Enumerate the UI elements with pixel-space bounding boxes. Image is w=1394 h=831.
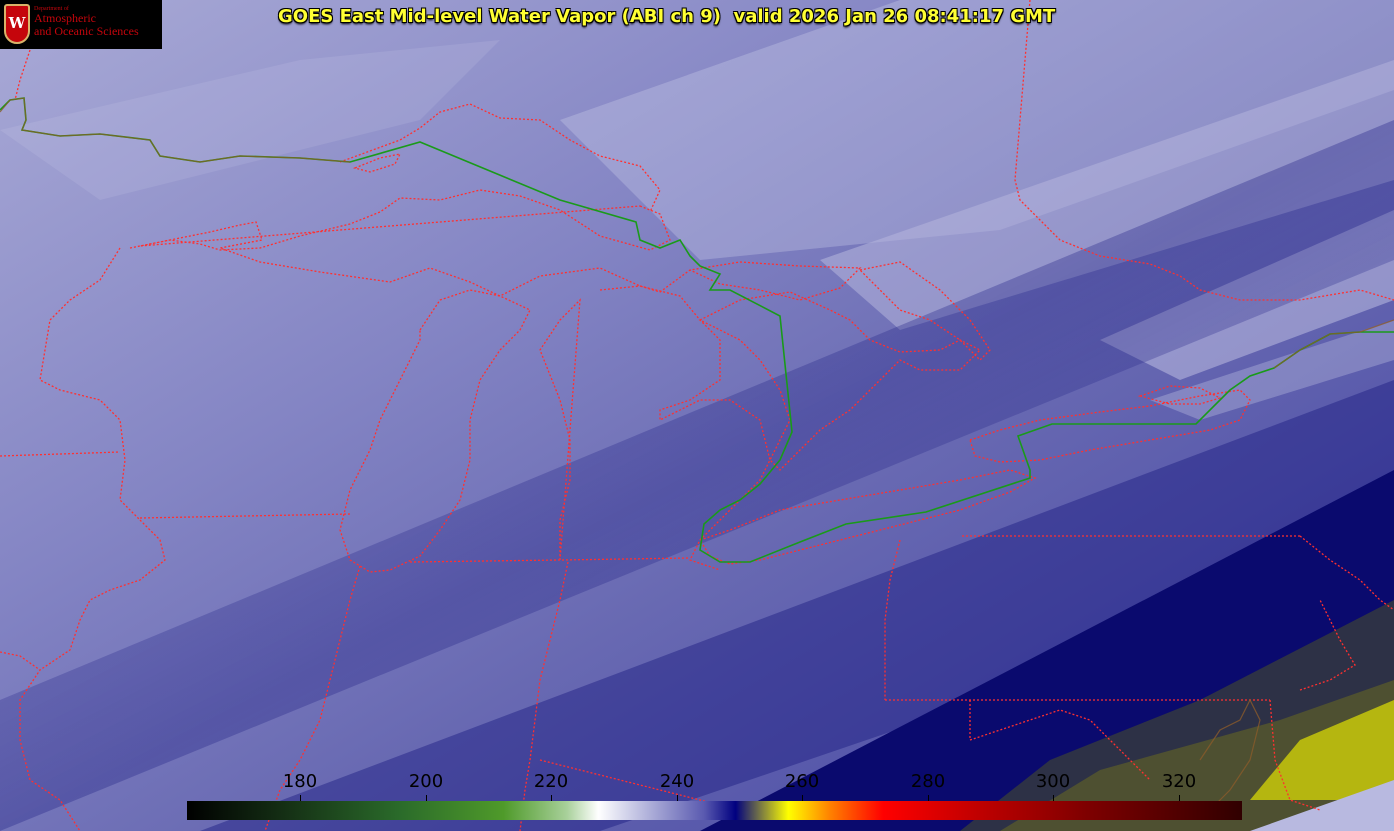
colorbar-label: 200 [408, 771, 444, 792]
colorbar-label: 260 [784, 771, 820, 792]
colorbar-label: 300 [1035, 771, 1071, 792]
colorbar-label: 320 [1161, 771, 1197, 792]
water-vapor-map [0, 0, 1394, 831]
logo-line-2: and Oceanic Sciences [34, 23, 139, 38]
logo-line-1: Atmospheric [34, 11, 96, 26]
logo-text: Department of Atmospheric and Oceanic Sc… [34, 4, 139, 37]
colorbar-label: 280 [910, 771, 946, 792]
image-title: GOES East Mid-level Water Vapor (ABI ch … [278, 6, 1056, 27]
colorbar-label: 240 [659, 771, 695, 792]
uw-crest-icon: W [4, 4, 30, 44]
colorbar-label: 220 [533, 771, 569, 792]
colorbar-label: 180 [282, 771, 318, 792]
temperature-colorbar [187, 801, 1242, 820]
aos-logo[interactable]: W Department of Atmospheric and Oceanic … [0, 0, 162, 49]
